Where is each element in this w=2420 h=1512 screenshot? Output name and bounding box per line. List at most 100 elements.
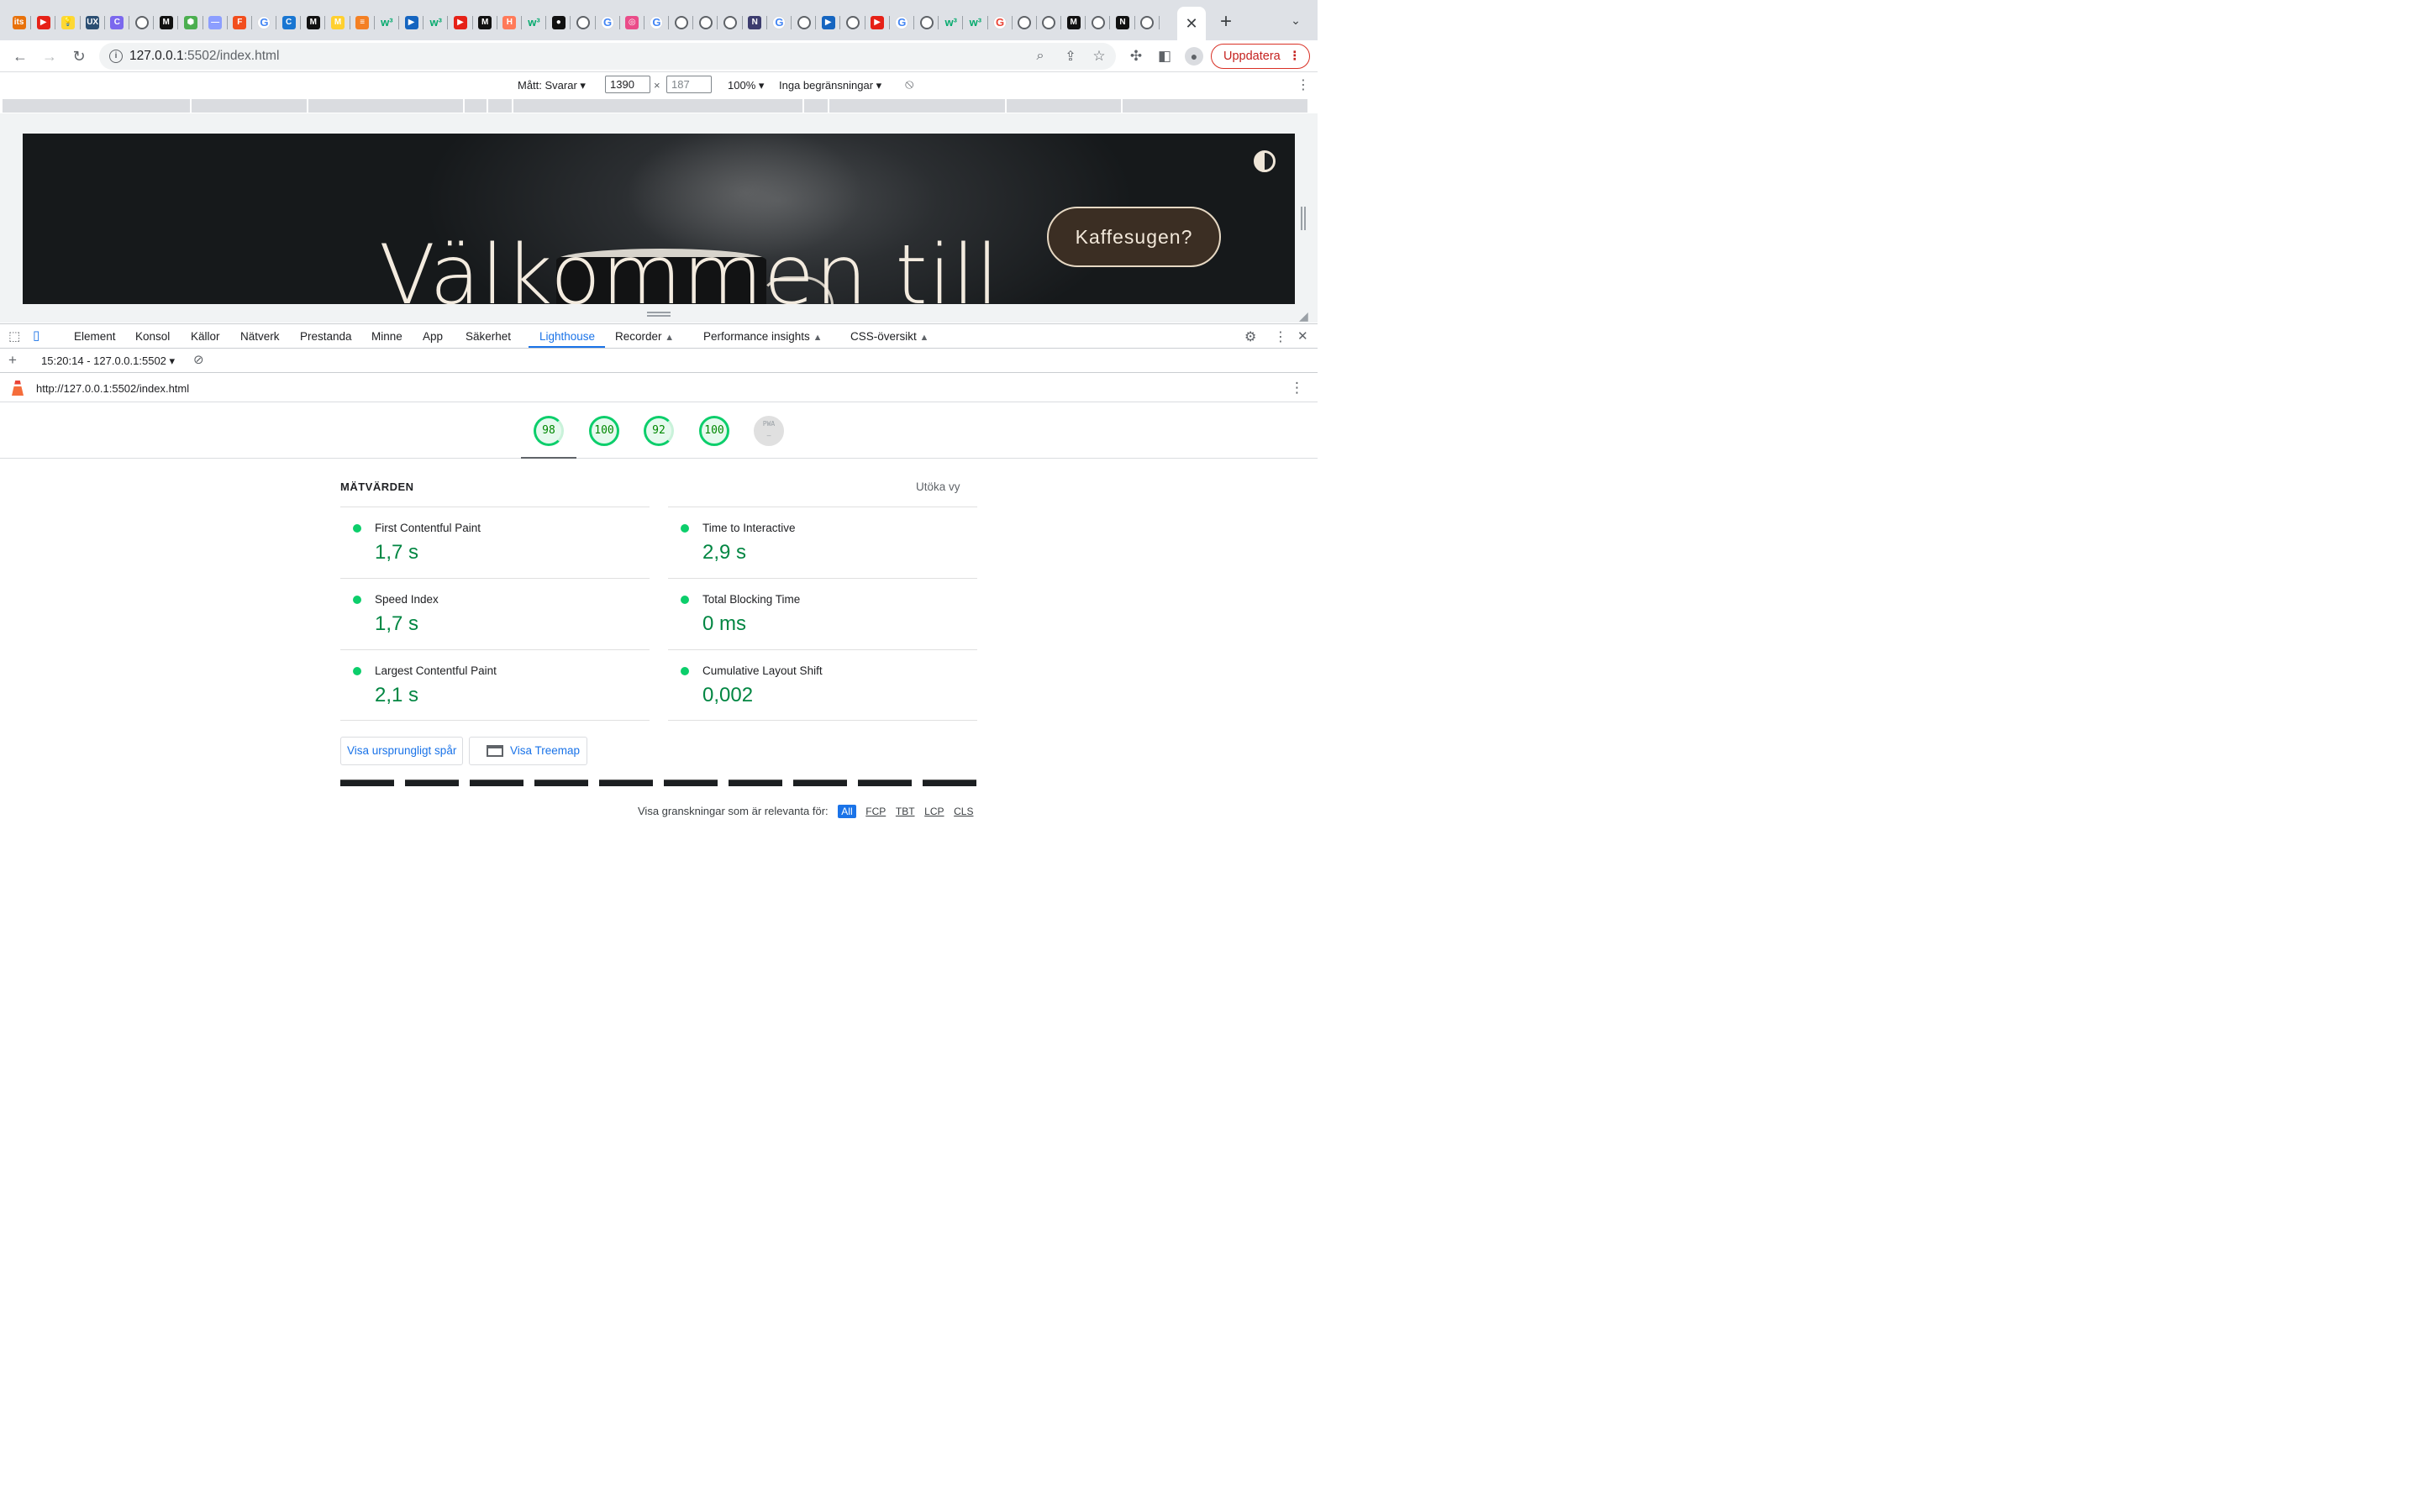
- browser-tab[interactable]: ▶: [399, 8, 424, 38]
- media-query-segment[interactable]: [513, 99, 802, 113]
- filter-all[interactable]: All: [838, 805, 856, 818]
- browser-tab[interactable]: w³: [424, 8, 449, 38]
- browser-tab[interactable]: w³: [963, 8, 988, 38]
- best-practices-gauge[interactable]: 92: [644, 416, 674, 446]
- browser-tab[interactable]: M: [154, 8, 179, 38]
- media-query-segment[interactable]: [829, 99, 1005, 113]
- view-treemap-button[interactable]: Visa Treemap: [469, 737, 587, 765]
- view-trace-button[interactable]: Visa ursprungligt spår: [340, 737, 464, 765]
- viewport-height-input[interactable]: 187: [666, 76, 712, 93]
- browser-tab[interactable]: M: [473, 8, 497, 38]
- clear-reports-icon[interactable]: ⊘: [193, 352, 204, 367]
- theme-toggle-icon[interactable]: [1254, 150, 1276, 172]
- filter-cls[interactable]: CLS: [954, 806, 973, 817]
- rotate-icon[interactable]: ⦸: [905, 77, 913, 92]
- browser-tab[interactable]: M: [301, 8, 326, 38]
- browser-tab[interactable]: [1037, 8, 1062, 38]
- browser-tab[interactable]: ≡: [350, 8, 376, 38]
- media-query-bar[interactable]: [3, 99, 1316, 113]
- close-tab-icon[interactable]: ✕: [1185, 15, 1197, 33]
- browser-tab[interactable]: [1013, 8, 1038, 38]
- update-button[interactable]: Uppdatera ⋮: [1211, 44, 1310, 69]
- browser-menu-icon[interactable]: ⋮: [1289, 45, 1302, 68]
- filter-tbt[interactable]: TBT: [896, 806, 915, 817]
- media-query-segment[interactable]: [1123, 99, 1307, 113]
- performance-gauge[interactable]: 98: [534, 416, 564, 446]
- device-toggle-icon[interactable]: ▯: [33, 328, 39, 343]
- filter-lcp[interactable]: LCP: [924, 806, 944, 817]
- tab-natverk[interactable]: Nätverk: [240, 330, 280, 343]
- viewport-resize-corner-icon[interactable]: ◢: [1299, 309, 1308, 323]
- throttling-select[interactable]: Inga begränsningar ▾: [779, 79, 881, 92]
- browser-tab[interactable]: G: [767, 8, 792, 38]
- tab-kallor[interactable]: Källor: [191, 330, 220, 343]
- zoom-select[interactable]: 100% ▾: [728, 79, 764, 92]
- browser-tab[interactable]: UX: [81, 8, 105, 38]
- seo-gauge[interactable]: 100: [699, 416, 729, 446]
- active-tab[interactable]: ✕: [1177, 7, 1206, 40]
- browser-tab[interactable]: M: [325, 8, 350, 38]
- browser-tab[interactable]: G: [988, 8, 1013, 38]
- browser-tab[interactable]: [840, 8, 865, 38]
- devtools-settings-gear-icon[interactable]: ⚙: [1244, 328, 1256, 345]
- tab-app[interactable]: App: [423, 330, 443, 343]
- browser-tab[interactable]: G: [890, 8, 915, 38]
- browser-tab[interactable]: ⬢: [178, 8, 203, 38]
- tab-sakerhet[interactable]: Säkerhet: [466, 330, 511, 343]
- accessibility-gauge[interactable]: 100: [589, 416, 619, 446]
- tab-css-oversikt[interactable]: CSS-översikt ▲: [850, 330, 929, 343]
- browser-tab[interactable]: C: [105, 8, 130, 38]
- browser-tab[interactable]: ◎: [620, 8, 645, 38]
- filter-fcp[interactable]: FCP: [865, 806, 886, 817]
- url-text[interactable]: 127.0.0.1:5502/index.html: [129, 49, 279, 64]
- extensions-puzzle-icon[interactable]: ✣: [1124, 45, 1148, 68]
- report-selector[interactable]: 15:20:14 - 127.0.0.1:5502 ▾: [41, 354, 175, 368]
- report-menu-icon[interactable]: ⋮: [1290, 380, 1304, 396]
- new-report-plus-icon[interactable]: +: [8, 352, 17, 369]
- bookmark-star-icon[interactable]: ☆: [1087, 45, 1111, 68]
- browser-tab[interactable]: [1086, 8, 1111, 38]
- dimensions-select[interactable]: Mått: Svarar ▾: [518, 79, 586, 92]
- browser-tab[interactable]: ▶: [31, 8, 56, 38]
- viewport-resize-handle-right[interactable]: [1301, 207, 1306, 230]
- browser-tab[interactable]: G: [596, 8, 620, 38]
- browser-tab[interactable]: ▶: [816, 8, 841, 38]
- browser-tab[interactable]: G: [252, 8, 277, 38]
- address-bar[interactable]: i 127.0.0.1:5502/index.html ⌕ ⇪ ☆: [99, 43, 1116, 70]
- browser-tab[interactable]: [718, 8, 743, 38]
- browser-tab[interactable]: F: [228, 8, 253, 38]
- browser-tab[interactable]: ▶: [865, 8, 890, 38]
- devtools-more-icon[interactable]: ⋮: [1274, 328, 1287, 345]
- browser-tab[interactable]: ●: [546, 8, 571, 38]
- browser-tab[interactable]: [669, 8, 694, 38]
- profile-avatar-icon[interactable]: ●: [1182, 45, 1206, 68]
- tab-lighthouse[interactable]: Lighthouse: [539, 330, 595, 343]
- devtools-close-icon[interactable]: ✕: [1297, 328, 1308, 344]
- inspect-element-icon[interactable]: ⬚: [8, 328, 20, 344]
- browser-tab[interactable]: w³: [939, 8, 964, 38]
- media-query-segment[interactable]: [1007, 99, 1121, 113]
- new-tab-button[interactable]: +: [1215, 12, 1237, 34]
- tab-performance-insights[interactable]: Performance insights ▲: [703, 330, 822, 343]
- browser-tab[interactable]: w³: [375, 8, 400, 38]
- browser-tab[interactable]: [792, 8, 817, 38]
- media-query-segment[interactable]: [804, 99, 828, 113]
- tab-konsol[interactable]: Konsol: [135, 330, 170, 343]
- tab-element[interactable]: Element: [74, 330, 116, 343]
- viewport-resize-handle-bottom[interactable]: [647, 312, 671, 317]
- expand-view-toggle[interactable]: Utöka vy: [916, 480, 960, 493]
- share-icon[interactable]: ⇪: [1059, 45, 1082, 68]
- browser-tab[interactable]: its: [7, 8, 32, 38]
- browser-tab[interactable]: [1135, 8, 1160, 38]
- tab-minne[interactable]: Minne: [371, 330, 402, 343]
- media-query-segment[interactable]: [488, 99, 512, 113]
- tab-recorder[interactable]: Recorder ▲: [615, 330, 674, 343]
- browser-tab[interactable]: G: [644, 8, 670, 38]
- tab-prestanda[interactable]: Prestanda: [300, 330, 352, 343]
- site-info-icon[interactable]: i: [109, 50, 123, 63]
- reload-icon[interactable]: ↻: [67, 45, 91, 68]
- browser-tab[interactable]: N: [743, 8, 768, 38]
- media-query-segment[interactable]: [308, 99, 463, 113]
- forward-arrow-icon[interactable]: →: [38, 45, 61, 68]
- zoom-icon[interactable]: ⌕: [1028, 45, 1052, 68]
